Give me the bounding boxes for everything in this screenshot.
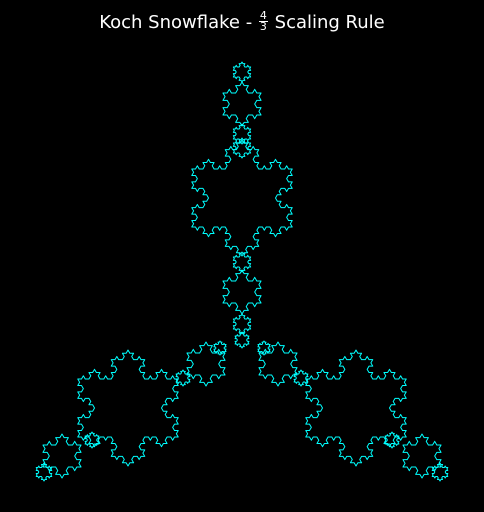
koch-snowflake-11 [186, 341, 226, 387]
koch-snowflake-0 [232, 61, 252, 83]
koch-snowflake-16 [257, 340, 271, 356]
koch-snowflake-5 [232, 251, 252, 273]
koch-snowflake-9 [77, 349, 179, 467]
koch-snowflake-22 [384, 431, 400, 449]
koch-snowflake-17 [42, 433, 82, 479]
koch-snowflake-15 [213, 340, 227, 356]
koch-snowflake-10 [305, 349, 407, 467]
koch-snowflake-21 [84, 431, 100, 449]
koch-fractal-canvas [35, 61, 449, 482]
koch-snowflake-1 [222, 81, 262, 127]
koch-snowflake-3 [232, 137, 252, 159]
koch-snowflake-18 [402, 433, 442, 479]
koch-snowflake-12 [258, 341, 298, 387]
koch-snowflake-7 [232, 313, 252, 335]
koch-snowflake-13 [175, 369, 191, 387]
koch-snowflake-6 [222, 269, 262, 315]
koch-snowflake-14 [293, 369, 309, 387]
koch-fractal-group [35, 61, 449, 482]
